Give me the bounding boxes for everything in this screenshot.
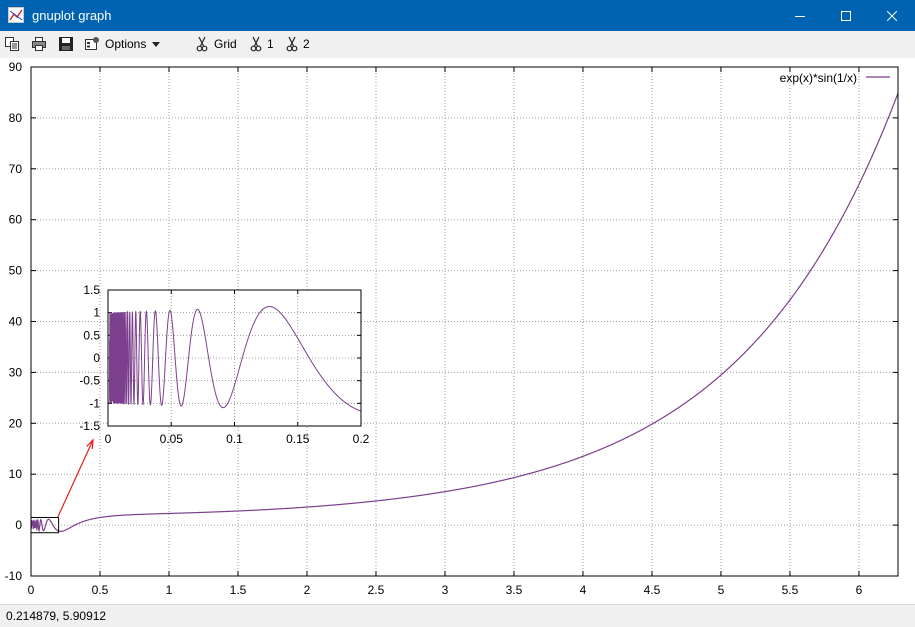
maximize-icon [841,10,851,21]
y-tick-label: 40 [9,315,23,329]
chevron-down-icon [152,41,161,47]
y-tick-label: 20 [9,416,23,430]
maximize-button[interactable] [823,0,869,31]
save-button[interactable] [58,35,74,53]
cursor-coordinates: 0.214879, 5.90912 [6,609,107,623]
y-tick-label: 0 [15,518,22,532]
options-label: Options [105,37,147,51]
scissors-icon [250,36,262,52]
inset-x-tick-label: 0.05 [160,432,184,446]
x-tick-label: 3 [442,583,449,597]
plot-2-label: 2 [303,37,310,51]
inset-x-tick-label: 0.1 [226,432,243,446]
window-title: gnuplot graph [32,8,112,23]
scissors-icon [286,36,298,52]
y-tick-label: 90 [9,60,23,74]
x-tick-label: 4 [580,583,587,597]
y-tick-label: -10 [5,569,23,583]
x-tick-label: 5 [718,583,725,597]
inset-x-tick-label: 0 [105,432,112,446]
copy-button[interactable] [4,35,20,53]
x-tick-label: 5.5 [782,583,799,597]
minimize-icon [795,15,805,17]
status-bar: 0.214879, 5.90912 [0,604,915,627]
x-tick-label: 1.5 [230,583,247,597]
y-tick-label: 50 [9,264,23,278]
y-tick-label: 80 [9,111,23,125]
title-bar[interactable]: gnuplot graph [0,0,915,31]
x-tick-label: 3.5 [506,583,523,597]
toolbar: Options Grid 1 2 [0,31,915,59]
copy-icon [5,37,19,51]
inset-y-tick-label: -1 [89,396,100,410]
scissors-icon [196,36,208,52]
x-tick-label: 2 [304,583,311,597]
inset-y-tick-label: 1 [93,306,100,320]
gnuplot-app-icon [8,7,24,23]
x-tick-label: 0 [28,583,35,597]
inset-x-tick-label: 0.2 [353,432,370,446]
plot-1-toggle-button[interactable]: 1 [250,35,274,53]
y-tick-label: 30 [9,365,23,379]
printer-icon [32,37,46,51]
plot-2-toggle-button[interactable]: 2 [286,35,310,53]
close-button[interactable] [869,0,915,31]
floppy-disk-icon [59,37,73,51]
options-menu-button[interactable]: Options [84,35,161,53]
inset-y-tick-label: 0 [93,351,100,365]
x-tick-label: 6 [856,583,863,597]
options-icon [85,37,99,50]
print-button[interactable] [31,35,47,53]
plot-1-label: 1 [267,37,274,51]
y-tick-label: 70 [9,162,23,176]
x-tick-label: 4.5 [644,583,661,597]
inset-y-tick-label: 0.5 [83,328,100,342]
inset-x-tick-label: 0.15 [286,432,310,446]
plot-canvas[interactable]: 0 0.5 1 1.5 2 2.5 3 3.5 4 4.5 5 5.5 6-10010203040506… [0,58,915,604]
x-tick-label: 2.5 [368,583,385,597]
grid-toggle-button[interactable]: Grid [196,35,237,53]
inset-y-tick-label: 1.5 [83,283,100,297]
y-tick-label: 60 [9,213,23,227]
grid-label: Grid [214,37,237,51]
close-icon [887,10,897,21]
legend-label: exp(x)*sin(1/x) [780,71,857,85]
inset-y-tick-label: -1.5 [79,419,100,433]
x-tick-label: 1 [166,583,173,597]
inset-y-tick-label: -0.5 [79,374,100,388]
x-tick-label: 0.5 [92,583,109,597]
minimize-button[interactable] [777,0,823,31]
y-tick-label: 10 [9,467,23,481]
